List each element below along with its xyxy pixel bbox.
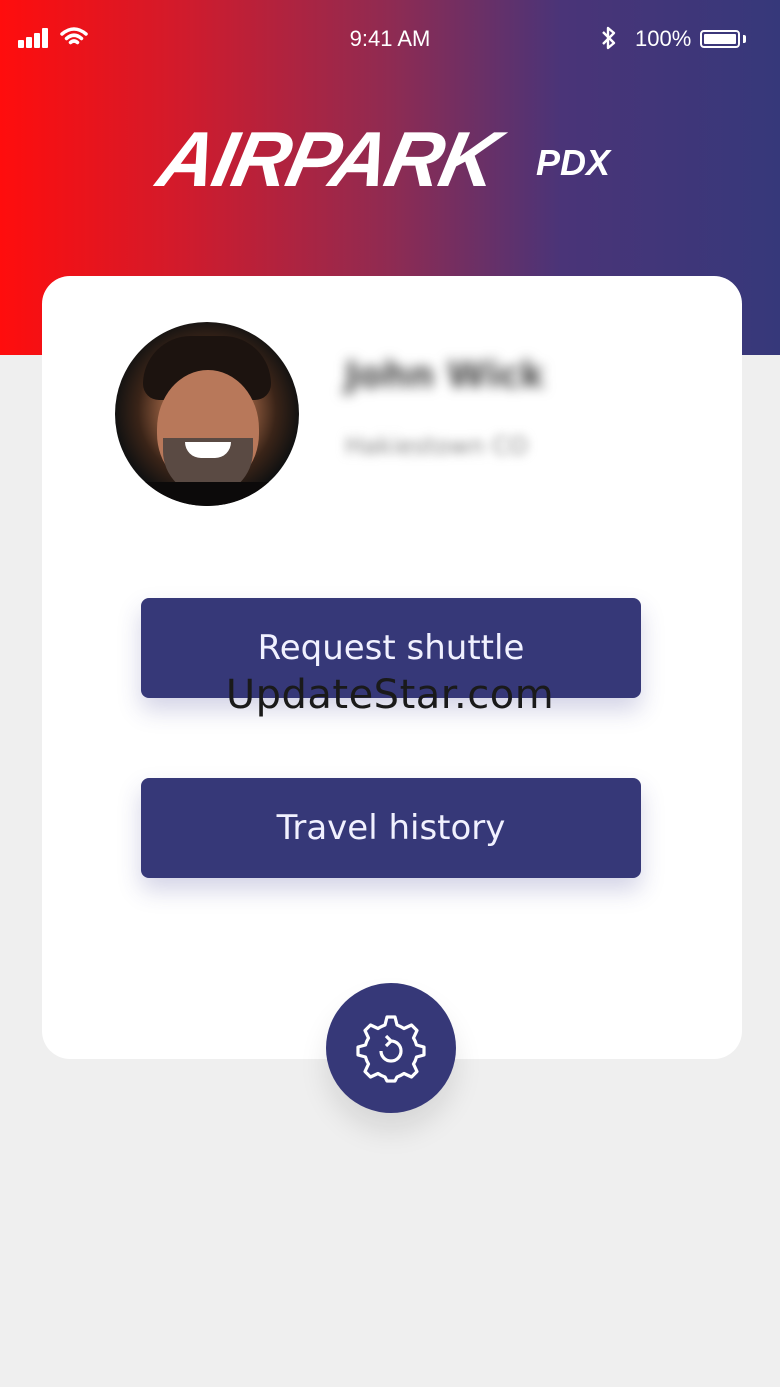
travel-history-button[interactable]: Travel history	[141, 778, 641, 878]
watermark-text: UpdateStar.com	[225, 672, 555, 718]
settings-button[interactable]	[326, 983, 456, 1113]
bluetooth-icon	[602, 26, 616, 50]
logo-sub-text: PDX	[536, 142, 611, 183]
battery-nub	[743, 35, 746, 43]
logo-main-text: AIRPARK	[150, 115, 506, 203]
battery-percent: 100%	[635, 26, 692, 51]
battery-icon	[700, 30, 740, 48]
gear-icon	[356, 1015, 426, 1083]
user-name: John Wick	[345, 355, 545, 396]
user-subtitle: Hakiestown CO	[345, 432, 528, 460]
status-bar: 9:41 AM 100%	[0, 0, 780, 78]
brand-logo: AIRPARK PDX	[151, 108, 630, 208]
avatar[interactable]	[115, 322, 299, 506]
